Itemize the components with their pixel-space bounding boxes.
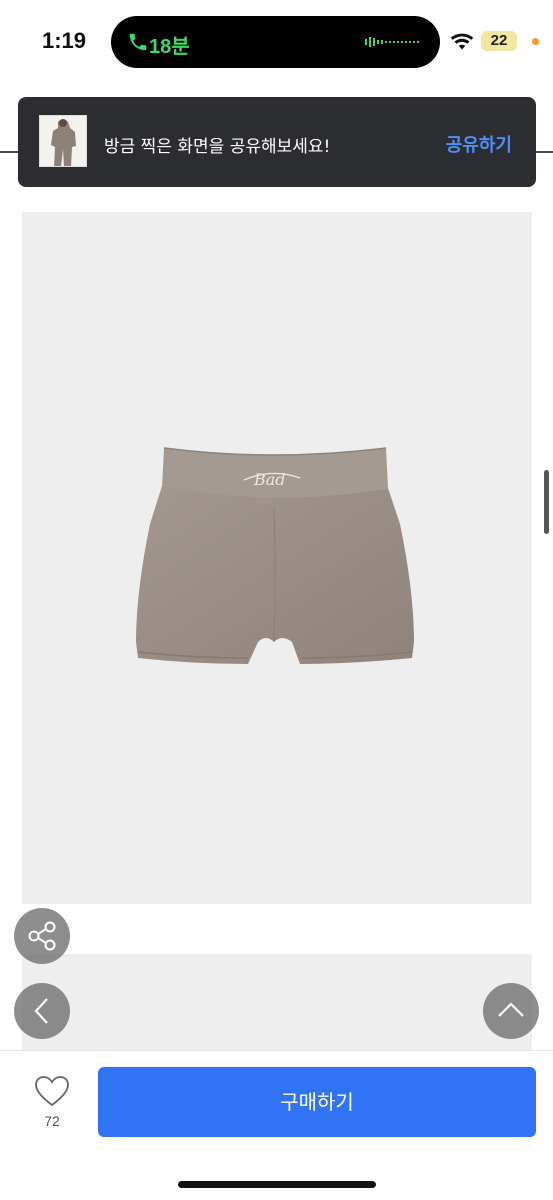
screenshot-thumbnail[interactable] [39, 115, 87, 167]
logo-text: Bad [253, 470, 286, 489]
status-time: 1:19 [42, 28, 87, 53]
call-duration: 18분 [149, 36, 190, 58]
phone-icon [129, 33, 147, 51]
heart-icon [35, 1076, 69, 1107]
product-image[interactable]: Bad [22, 212, 532, 904]
toast-message: 방금 찍은 화면을 공유해보세요! [104, 137, 331, 157]
battery-indicator: 22 [481, 31, 517, 51]
like-button[interactable]: 72 [30, 1075, 74, 1135]
share-icon [28, 921, 56, 951]
back-button[interactable] [14, 983, 70, 1039]
screen: 1:19 18분 22 방금 찍은 화면을 공유해보세요! 공유하기 Bad 7… [0, 0, 553, 1200]
chevron-left-icon [34, 998, 48, 1024]
privacy-indicator-dot [532, 38, 539, 45]
product-image-2[interactable] [22, 954, 532, 1050]
dynamic-island[interactable]: 18분 [111, 16, 440, 68]
share-toast[interactable]: 방금 찍은 화면을 공유해보세요! 공유하기 [18, 97, 536, 187]
like-count: 72 [44, 1113, 60, 1129]
chevron-up-icon [498, 1002, 524, 1017]
share-button[interactable] [14, 908, 70, 964]
buy-button[interactable]: 구매하기 [98, 1067, 536, 1137]
audio-waveform-icon [365, 37, 419, 47]
scroll-indicator[interactable] [544, 470, 549, 534]
bottom-action-bar: 72 구매하기 [0, 1050, 553, 1200]
shorts-illustration: Bad [136, 447, 414, 664]
scroll-to-top-button[interactable] [483, 983, 539, 1039]
home-indicator[interactable] [178, 1181, 376, 1188]
wifi-icon [450, 33, 474, 50]
share-now-button[interactable]: 공유하기 [446, 131, 512, 157]
